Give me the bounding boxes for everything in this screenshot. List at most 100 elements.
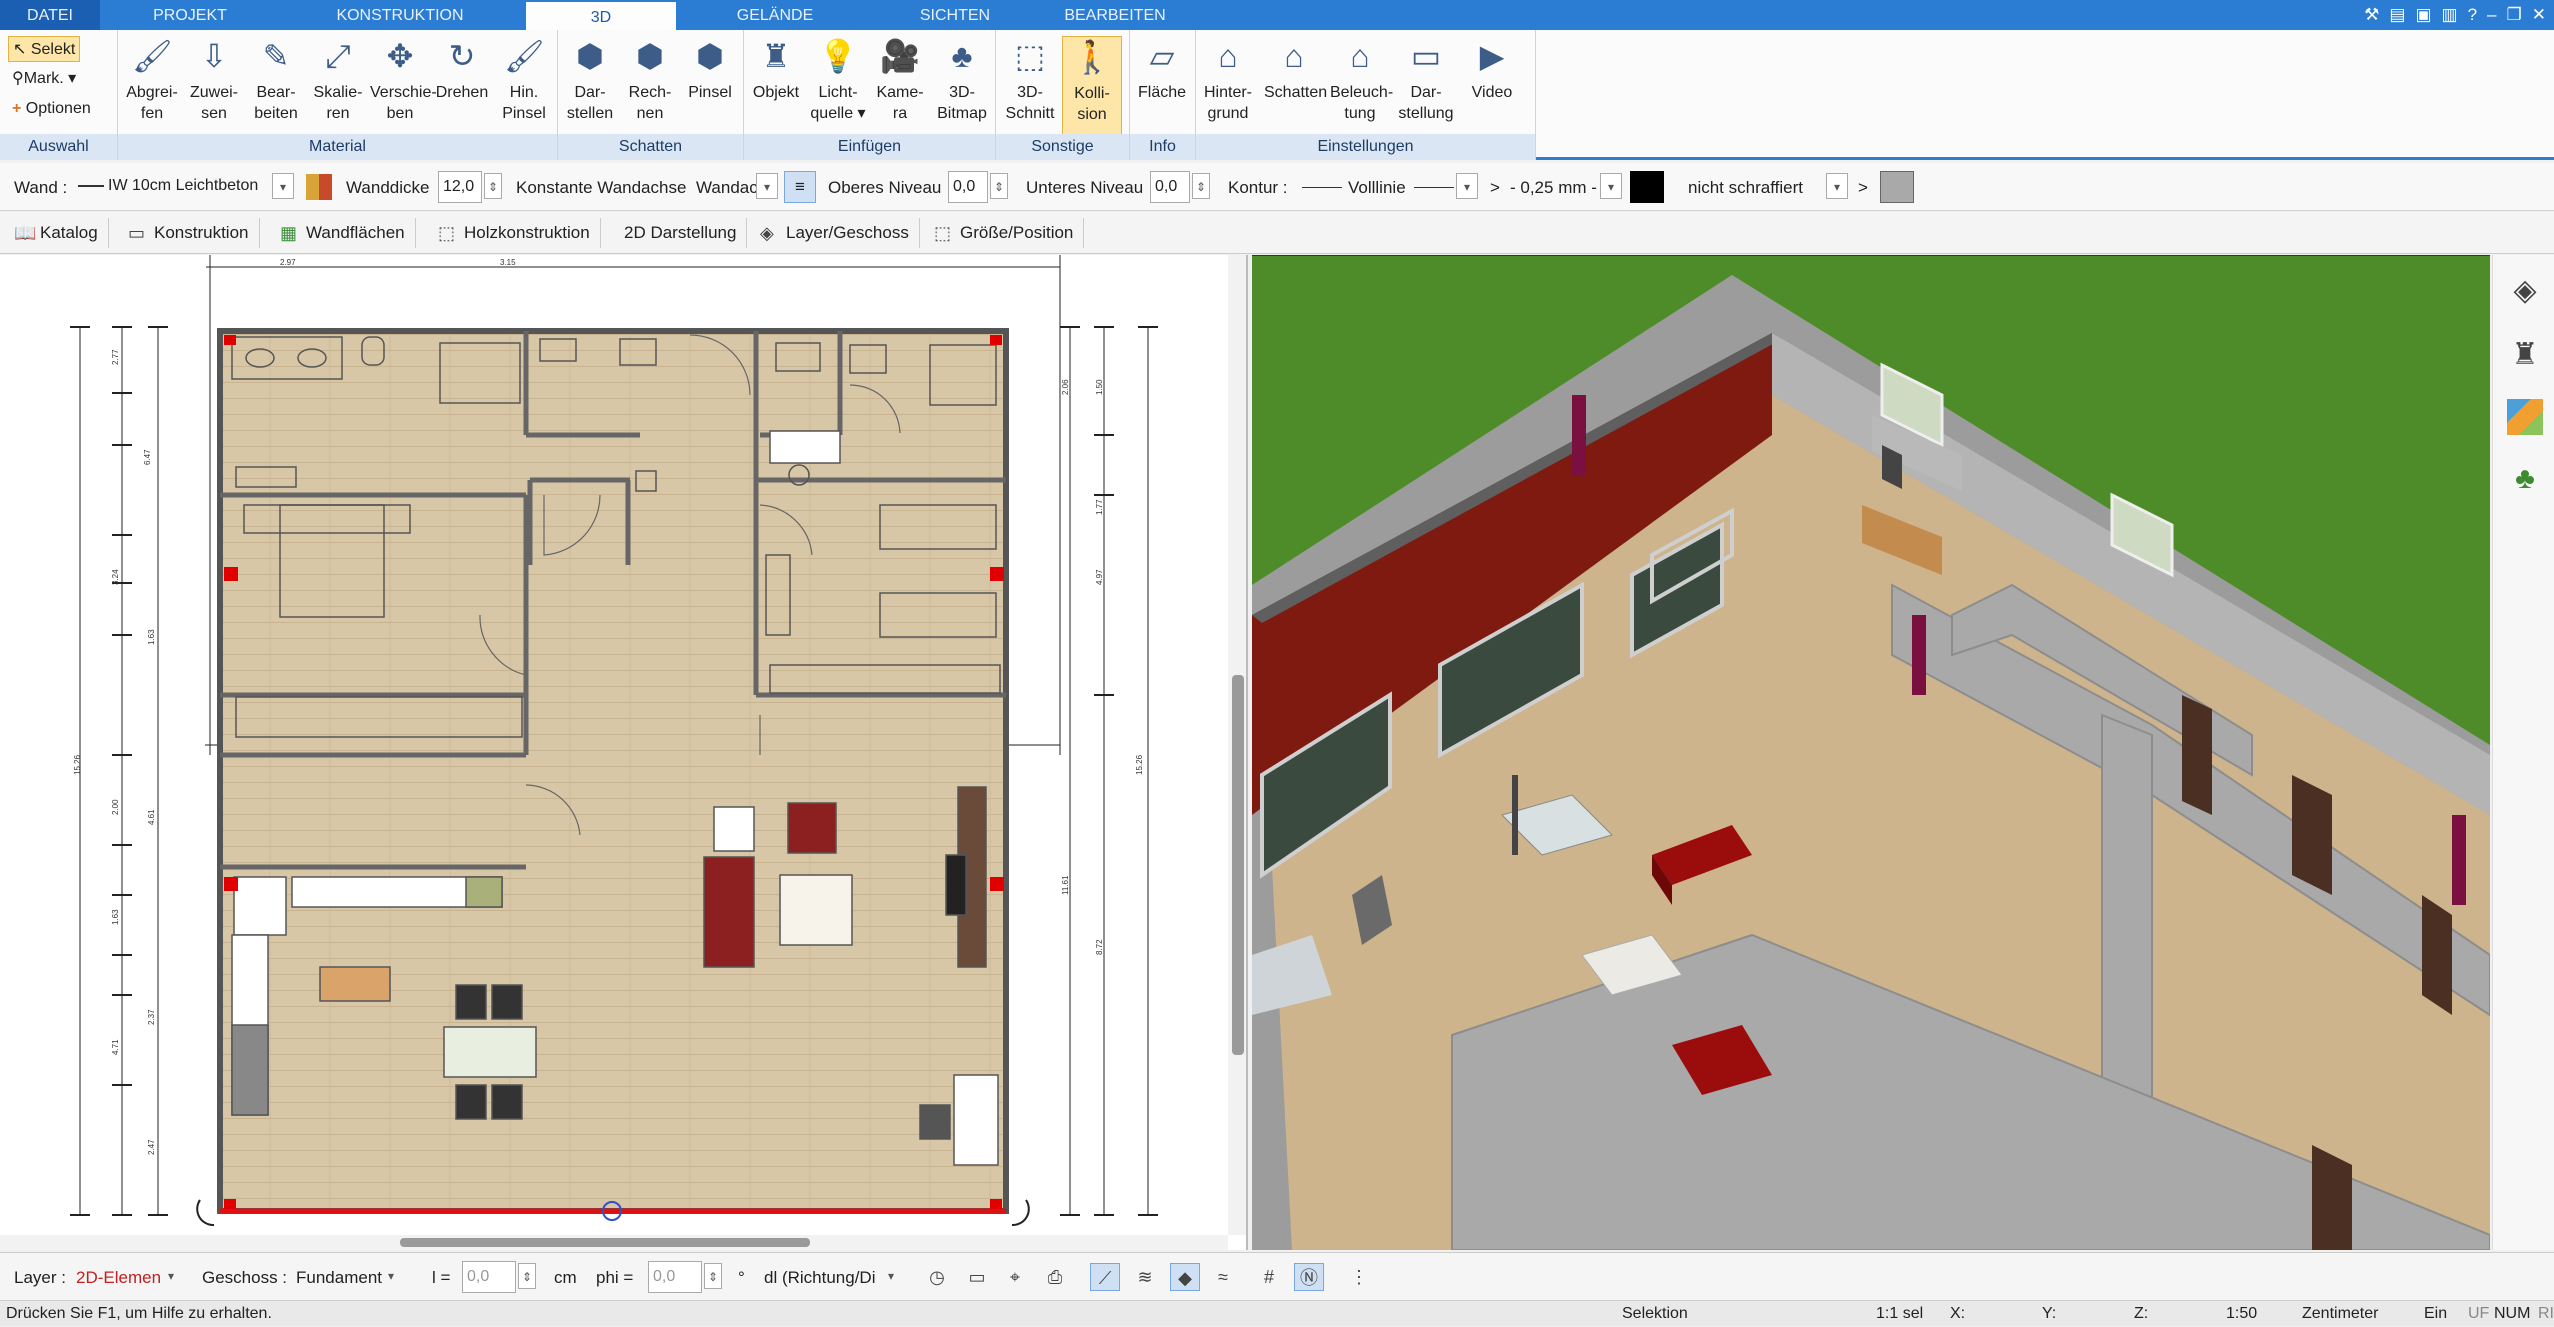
oberes-niveau-spinner[interactable]: ⇕	[990, 173, 1008, 199]
fill-color-swatch[interactable]	[1880, 171, 1914, 203]
length-spinner[interactable]: ⇕	[518, 1263, 536, 1289]
tab-datei[interactable]: DATEI	[0, 0, 100, 30]
eyedropper-button[interactable]: 🖌 Abgrei- fen	[122, 36, 182, 124]
vertical-scroll-thumb[interactable]	[1232, 675, 1244, 1055]
tree-icon[interactable]: ♣	[2505, 459, 2545, 499]
person-button[interactable]: 🚶 Kolli- sion	[1062, 36, 1122, 136]
unteres-niveau-spinner[interactable]: ⇕	[1192, 173, 1210, 199]
edit-button[interactable]: ✎ Bear- beiten	[246, 36, 306, 124]
tab-projekt[interactable]: PROJEKT	[120, 0, 260, 30]
tab-wandflaechen[interactable]: ▦ Wandflächen	[272, 218, 416, 248]
panel-tab-bar: 📖 Katalog ▭ Konstruktion ▦ Wandflächen ⬚ Hol…	[0, 212, 2554, 254]
tab-konstruktion[interactable]: KONSTRUKTION	[300, 0, 500, 30]
display-button[interactable]: ▭ Dar- stellung	[1396, 36, 1456, 124]
plane-icon[interactable]: ◆	[1170, 1263, 1200, 1291]
chair-button[interactable]: ♜ Objekt	[746, 36, 806, 103]
background-button[interactable]: ⌂ Hinter- grund	[1198, 36, 1258, 124]
tab-layer-geschoss[interactable]: ◈ Layer/Geschoss	[752, 218, 920, 248]
display-icon: ▭	[1410, 38, 1442, 74]
print-icon[interactable]: ⎙	[1040, 1263, 1070, 1291]
help-icon[interactable]: ?	[2468, 5, 2477, 25]
grid-icon[interactable]: #	[1254, 1263, 1284, 1291]
hatch-dropdown[interactable]: ▾	[1826, 173, 1848, 199]
phi-input[interactable]: 0,0	[648, 1261, 702, 1293]
floor-plan-view[interactable]: 2.97 3.15 2.77 6.47 3.24 1.63 2.00 4.61 …	[0, 255, 1248, 1250]
tab-bearbeiten[interactable]: BEARBEITEN	[1040, 0, 1190, 30]
tools-icon[interactable]: ⚒	[2364, 5, 2379, 25]
geschoss-value[interactable]: Fundament	[296, 1265, 382, 1291]
floor-plan-canvas[interactable]: 2.97 3.15 2.77 6.47 3.24 1.63 2.00 4.61 …	[0, 255, 1248, 1250]
wall-type-select[interactable]: IW 10cm Leichtbeton	[74, 171, 294, 203]
layer-value[interactable]: 2D-Elemen	[76, 1265, 161, 1291]
3d-view[interactable]	[1252, 255, 2490, 1250]
layers-panel-icon[interactable]: ◈	[2505, 271, 2545, 311]
unteres-niveau-input[interactable]: 0,0	[1150, 171, 1190, 203]
rotate-button[interactable]: ↻ Drehen	[432, 36, 492, 103]
section-button[interactable]: ⬚ 3D- Schnitt	[1000, 36, 1060, 124]
layer-dropdown[interactable]: ▾	[160, 1263, 182, 1289]
brush-button[interactable]: 🖌 Hin. Pinsel	[494, 36, 554, 124]
save-icon[interactable]: ▥	[2442, 5, 2458, 25]
mark-button[interactable]: ⚲Mark. ▾	[8, 66, 80, 92]
assign-button[interactable]: ⇩ Zuwei- sen	[184, 36, 244, 124]
horizontal-scroll-thumb[interactable]	[400, 1238, 810, 1247]
lighting-button[interactable]: ⌂ Beleuch- tung	[1330, 36, 1393, 124]
snap-icon[interactable]: ⟋	[1090, 1263, 1120, 1291]
wanddicke-spinner[interactable]: ⇕	[484, 173, 502, 199]
level-align-icon[interactable]: ≡	[784, 171, 816, 203]
phi-spinner[interactable]: ⇕	[704, 1263, 722, 1289]
line-width-dropdown[interactable]: ▾	[1600, 173, 1622, 199]
rotate-handle-right[interactable]	[1011, 1199, 1030, 1227]
tab-sichten[interactable]: SICHTEN	[880, 0, 1030, 30]
move-button[interactable]: ✥ Verschie- ben	[370, 36, 437, 124]
3d-scene[interactable]	[1252, 255, 2490, 1250]
wandachse-dropdown[interactable]: ▾	[756, 173, 778, 199]
chair-catalog-icon[interactable]: ♜	[2505, 335, 2545, 375]
status-unit: Zentimeter	[2302, 1305, 2379, 1322]
tab-holzkonstruktion[interactable]: ⬚ Holzkonstruktion	[430, 218, 601, 248]
selekt-button[interactable]: ↖ Selekt	[8, 36, 81, 62]
geschoss-dropdown[interactable]: ▾	[380, 1263, 402, 1289]
tab-gelaende[interactable]: GELÄNDE	[700, 0, 850, 30]
bulb-button[interactable]: 💡 Licht- quelle ▾	[808, 36, 868, 124]
tab-katalog[interactable]: 📖 Katalog	[6, 218, 109, 248]
scale-button[interactable]: ⤢ Skalie- ren	[308, 36, 368, 124]
textures-icon[interactable]	[2507, 399, 2543, 435]
more-icon[interactable]: ⋮	[1344, 1263, 1374, 1291]
camera-icon[interactable]: ⌖	[1000, 1263, 1030, 1291]
wanddicke-input[interactable]: 12,0	[438, 171, 482, 203]
dl-value[interactable]: dl (Richtung/Di	[764, 1265, 876, 1291]
cube-calc-button[interactable]: ⬢ Rech- nen	[620, 36, 680, 124]
contour-color-swatch[interactable]	[1630, 171, 1664, 203]
dl-dropdown[interactable]: ▾	[880, 1263, 902, 1289]
tab-2d-darstellung[interactable]: 2D Darstellung	[612, 218, 748, 248]
waves-icon[interactable]: ≈	[1208, 1263, 1238, 1291]
tab-konstruktion-panel[interactable]: ▭ Konstruktion	[120, 218, 260, 248]
ribbon-button-label: Fläche	[1137, 84, 1187, 101]
restore-icon[interactable]: ❐	[2507, 5, 2522, 25]
length-input[interactable]: 0,0	[462, 1261, 516, 1293]
monitor-icon[interactable]: ▭	[962, 1263, 992, 1291]
video-button[interactable]: ▶ Video	[1462, 36, 1522, 103]
tree-button[interactable]: ♣ 3D- Bitmap	[932, 36, 992, 124]
wall-color-icon[interactable]	[306, 174, 332, 200]
cube-brush-button[interactable]: ⬢ Pinsel	[680, 36, 740, 103]
optionen-button[interactable]: + Optionen	[8, 96, 95, 122]
oberes-niveau-input[interactable]: 0,0	[948, 171, 988, 203]
line-style-dropdown[interactable]: ▾	[1456, 173, 1478, 199]
tab-3d[interactable]: 3D	[526, 0, 676, 30]
cube-button[interactable]: ⬢ Dar- stellen	[560, 36, 620, 124]
snap-lines-icon[interactable]: ≋	[1130, 1263, 1160, 1291]
area-button[interactable]: ▱ Fläche	[1132, 36, 1192, 103]
window2-icon[interactable]: ▣	[2415, 5, 2431, 25]
wall-type-dropdown[interactable]: ▾	[272, 173, 294, 199]
window-icon[interactable]: ▤	[2389, 5, 2405, 25]
close-icon[interactable]: ✕	[2532, 5, 2546, 25]
camera-button[interactable]: 🎥 Kame- ra	[870, 36, 930, 124]
minimize-icon[interactable]: –	[2487, 5, 2496, 25]
rotate-handle-left[interactable]	[196, 1199, 215, 1227]
shadow-button[interactable]: ⌂ Schatten	[1264, 36, 1327, 103]
tab-groesse-position[interactable]: ⬚ Größe/Position	[926, 218, 1085, 248]
north-icon[interactable]: Ⓝ	[1294, 1263, 1324, 1291]
clock-icon[interactable]: ◷	[922, 1263, 952, 1291]
